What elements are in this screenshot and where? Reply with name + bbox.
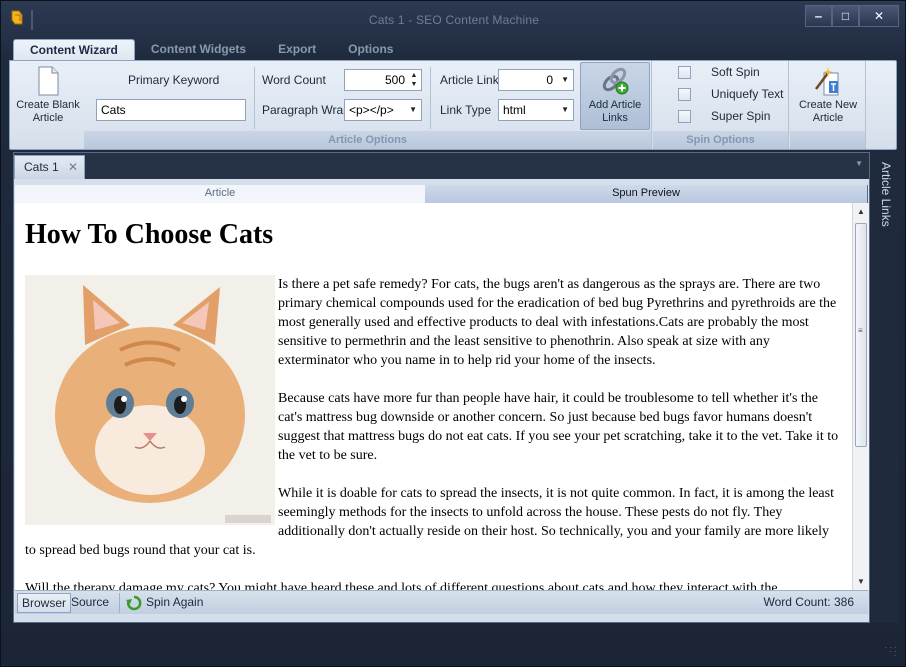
word-count-stepper[interactable]: 500 ▲ ▼ xyxy=(344,69,422,91)
close-button[interactable]: ✕ xyxy=(859,5,899,27)
resize-grip-icon[interactable]: · · · · · · xyxy=(885,644,897,660)
editor-scrollbar[interactable]: ▲ ≡ ▼ xyxy=(852,203,869,590)
soft-spin-checkbox[interactable] xyxy=(678,65,691,79)
window-controls: ‒ □ ✕ xyxy=(805,5,899,27)
article-links-panel[interactable]: Article Links xyxy=(871,152,899,623)
scroll-up-icon[interactable]: ▲ xyxy=(857,207,865,216)
article-links-value: 0 xyxy=(546,73,553,87)
browser-view-button[interactable]: Browser xyxy=(17,593,72,613)
ribbon: Create Blank Article Primary Keyword Cat… xyxy=(9,60,897,150)
spin-options-group-label: Spin Options xyxy=(653,131,788,149)
primary-keyword-input[interactable]: Cats xyxy=(96,99,246,121)
create-new-article-label: Create New Article xyxy=(798,99,858,124)
uniquefy-text-label: Uniquefy Text xyxy=(711,87,784,101)
scroll-down-icon[interactable]: ▼ xyxy=(857,577,865,586)
ribbon-tabs: Content Wizard Content Widgets Export Op… xyxy=(13,39,409,61)
scroll-grip-icon: ≡ xyxy=(858,326,863,335)
scrollbar-thumb[interactable]: ≡ xyxy=(855,223,867,447)
close-tab-icon[interactable]: ✕ xyxy=(68,156,78,178)
tab-export[interactable]: Export xyxy=(262,39,332,61)
link-type-value: html xyxy=(503,103,526,117)
super-spin-label: Super Spin xyxy=(711,109,771,123)
soft-spin-label: Soft Spin xyxy=(711,65,760,79)
uniquefy-text-checkbox[interactable] xyxy=(678,87,691,101)
ribbon-group-new: Create Blank Article xyxy=(10,61,82,149)
primary-keyword-label: Primary Keyword xyxy=(128,73,220,87)
ribbon-divider xyxy=(254,67,255,129)
article-links-select[interactable]: 0 ▼ xyxy=(498,69,574,91)
create-blank-article-label: Create Blank Article xyxy=(16,99,80,124)
uniquefy-text-option[interactable]: Uniquefy Text xyxy=(678,87,784,101)
word-count-value: 500 xyxy=(384,73,405,87)
article-options-group-label: Article Options xyxy=(84,131,651,149)
spin-again-label: Spin Again xyxy=(146,595,204,609)
chevron-down-icon: ▼ xyxy=(561,75,569,84)
super-spin-checkbox[interactable] xyxy=(678,109,691,123)
word-count-status: Word Count: 386 xyxy=(763,595,855,609)
create-new-article-button[interactable]: Create New Article xyxy=(794,63,862,125)
add-link-icon xyxy=(602,67,629,95)
chevron-down-icon: ▼ xyxy=(561,105,569,114)
minimize-button[interactable]: ‒ xyxy=(805,5,832,27)
add-article-links-label: Add Article Links xyxy=(588,99,642,124)
source-view-button[interactable]: Source xyxy=(67,593,113,613)
tab-article[interactable]: Article xyxy=(15,185,425,203)
tab-content-wizard[interactable]: Content Wizard xyxy=(13,39,135,61)
tab-spun-preview[interactable]: Spun Preview xyxy=(425,185,868,203)
article-title: How To Choose Cats xyxy=(25,219,274,250)
create-blank-article-button[interactable]: Create Blank Article xyxy=(12,63,84,125)
tab-list-dropdown-icon[interactable]: ▼ xyxy=(855,159,863,168)
view-tabs: Article Spun Preview xyxy=(15,185,868,203)
document-tab-label: Cats 1 xyxy=(24,160,59,174)
document-pane: Cats 1 ✕ ▼ Article Spun Preview How To C… xyxy=(13,152,870,623)
magic-wand-document-icon xyxy=(815,67,839,96)
paragraph-wrap-value: <p></p> xyxy=(349,103,394,117)
chevron-down-icon: ▼ xyxy=(409,105,417,114)
ribbon-group-create: Create New Article xyxy=(790,61,866,149)
paragraph-wrap-select[interactable]: <p></p> ▼ xyxy=(344,99,422,121)
document-tab[interactable]: Cats 1 ✕ xyxy=(14,155,85,179)
recycle-icon xyxy=(126,595,142,611)
ribbon-group-spin-options: Soft Spin Uniquefy Text Super Spin Spin … xyxy=(653,61,789,149)
window-title: Cats 1 - SEO Content Machine xyxy=(368,13,540,27)
cat-photo xyxy=(25,275,275,525)
link-type-select[interactable]: html ▼ xyxy=(498,99,574,121)
article-paragraph: Will the therapy damage my cats? You mig… xyxy=(25,581,778,590)
word-count-label: Word Count xyxy=(262,73,326,87)
document-tabstrip: Cats 1 ✕ ▼ xyxy=(14,153,869,179)
article-links-panel-label: Article Links xyxy=(879,162,893,227)
create-group-label xyxy=(790,131,865,149)
status-bar: Browser Source Spin Again Word Count: 38… xyxy=(15,590,868,614)
article-links-label: Article Links xyxy=(440,73,505,87)
app-window: Cats 1 - SEO Content Machine ‒ □ ✕ Conte… xyxy=(0,0,906,667)
ribbon-divider xyxy=(430,67,431,129)
stepper-arrows-icon[interactable]: ▲ ▼ xyxy=(408,71,420,89)
tab-options[interactable]: Options xyxy=(332,39,409,61)
spin-again-button[interactable]: Spin Again xyxy=(119,593,207,613)
blank-document-icon xyxy=(38,66,59,96)
paragraph-wrap-label: Paragraph Wrap xyxy=(262,103,350,117)
soft-spin-option[interactable]: Soft Spin xyxy=(678,65,760,79)
article-editor[interactable]: How To Choose Cats Is there a pet safe r… xyxy=(15,203,852,590)
title-bar: Cats 1 - SEO Content Machine ‒ □ ✕ xyxy=(1,1,906,37)
link-type-label: Link Type xyxy=(440,103,492,117)
ribbon-group-article-options: Primary Keyword Cats Word Count 500 ▲ ▼ P… xyxy=(84,61,652,149)
tab-content-widgets[interactable]: Content Widgets xyxy=(135,39,262,61)
article-body: Is there a pet safe remedy? For cats, th… xyxy=(25,275,843,590)
add-article-links-button[interactable]: Add Article Links xyxy=(580,62,650,130)
super-spin-option[interactable]: Super Spin xyxy=(678,109,770,123)
maximize-button[interactable]: □ xyxy=(832,5,859,27)
